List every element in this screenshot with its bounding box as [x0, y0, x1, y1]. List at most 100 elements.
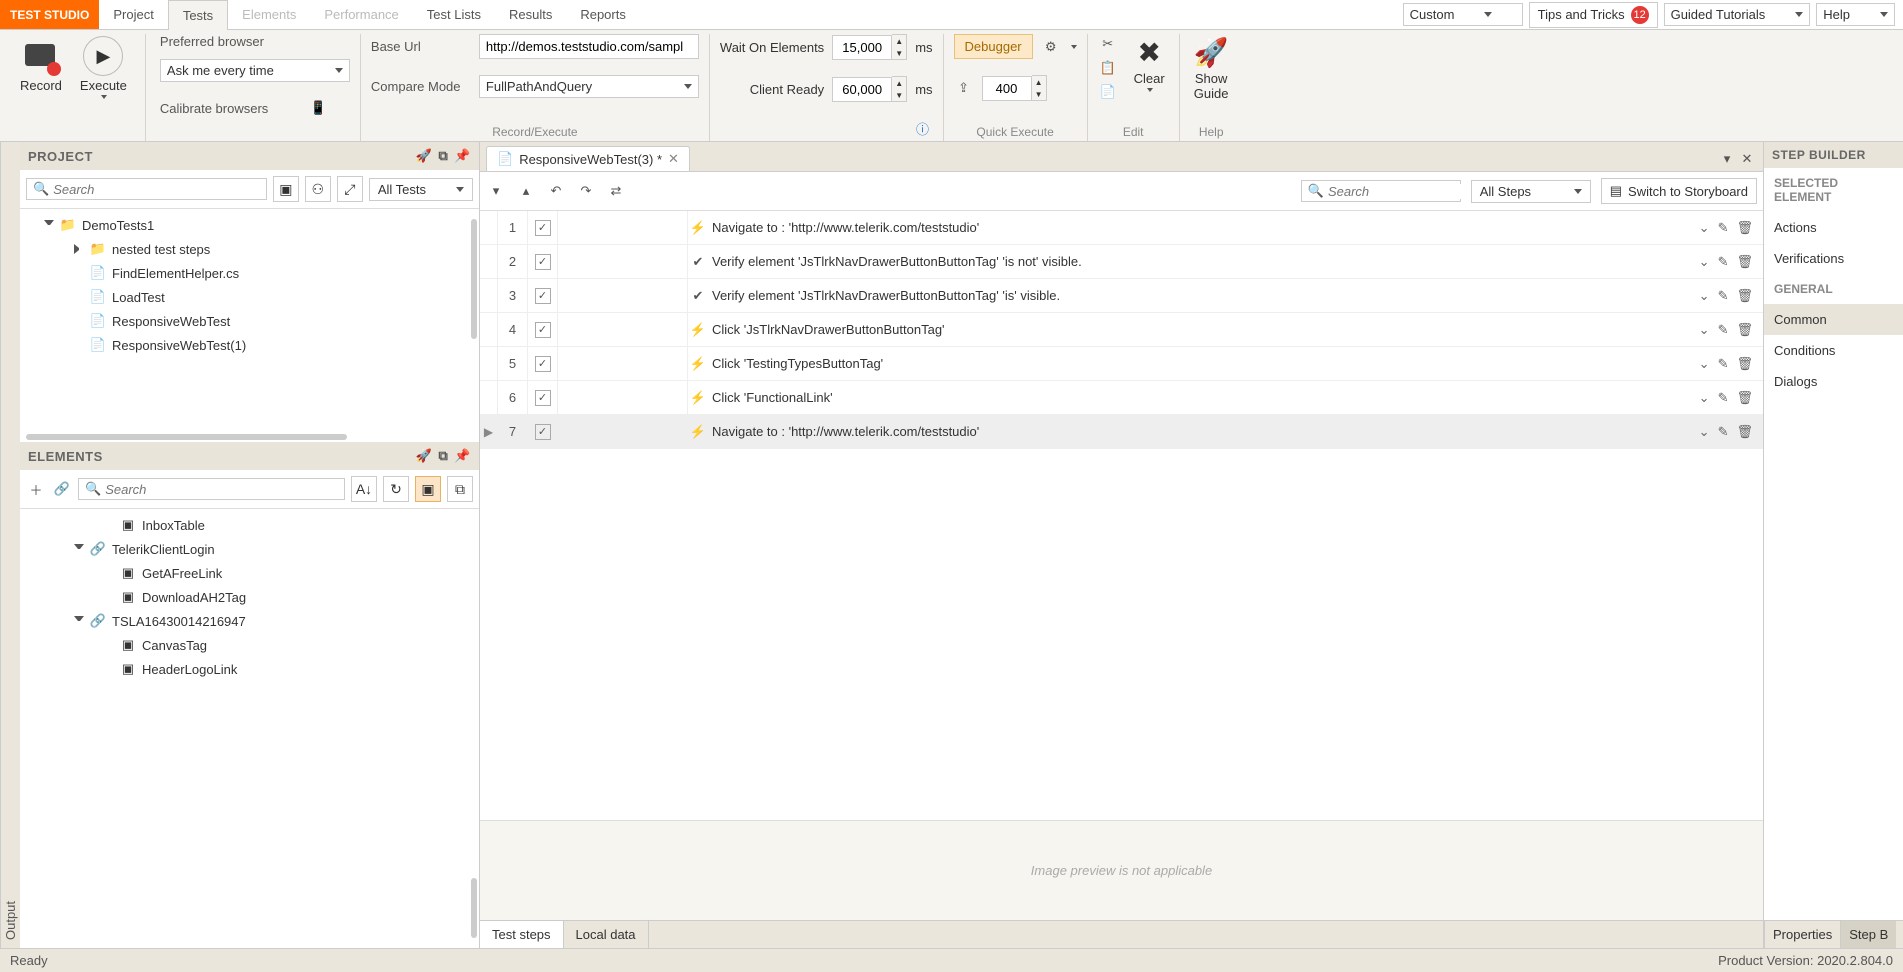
step-row[interactable]: 6✓⚡Click 'FunctionalLink'⌄✎🗑 — [480, 381, 1763, 415]
edit-icon[interactable]: ✎ — [1718, 220, 1729, 236]
branch-icon[interactable]: ⇄ — [606, 181, 626, 201]
project-search-input[interactable] — [53, 182, 260, 197]
step-gutter[interactable] — [480, 279, 498, 312]
layout-combo[interactable]: Custom — [1403, 3, 1523, 26]
copy-icon[interactable]: 📋 — [1098, 58, 1118, 78]
step-row[interactable]: 1✓⚡Navigate to : 'http://www.telerik.com… — [480, 211, 1763, 245]
popout-icon[interactable]: ⧉ — [439, 148, 449, 164]
step-gutter[interactable]: ▶ — [480, 415, 498, 448]
calibrate-browsers-link[interactable]: Calibrate browsers — [160, 101, 268, 116]
step-checkbox[interactable]: ✓ — [528, 313, 558, 346]
pin-icon[interactable]: 📌 — [454, 448, 471, 464]
tab-properties[interactable]: Properties — [1764, 921, 1840, 948]
tree-icon[interactable]: ⚇ — [305, 176, 331, 202]
spin-down-icon[interactable]: ▼ — [892, 47, 906, 59]
client-ready-value[interactable] — [832, 77, 892, 102]
caret-icon[interactable] — [44, 220, 54, 230]
tree-item[interactable]: ▣GetAFreeLink — [20, 561, 479, 585]
sb-verifications[interactable]: Verifications — [1764, 243, 1903, 274]
sb-dialogs[interactable]: Dialogs — [1764, 366, 1903, 397]
cut-icon[interactable]: ✂ — [1098, 34, 1118, 54]
mobile-icon[interactable]: 📱 — [308, 98, 328, 118]
elements-search[interactable]: 🔍 — [78, 478, 345, 500]
step-checkbox[interactable]: ✓ — [528, 415, 558, 448]
tree-item[interactable]: 📄ResponsiveWebTest — [20, 309, 479, 333]
client-ready-spinner[interactable]: ▲▼ — [832, 76, 907, 102]
expand-icon[interactable]: ⌄ — [1699, 220, 1710, 236]
wait-on-spinner[interactable]: ▲▼ — [832, 34, 907, 60]
gear-icon[interactable]: ⚙ — [1041, 37, 1061, 57]
spin-down-icon[interactable]: ▼ — [1032, 88, 1046, 100]
debugger-button[interactable]: Debugger — [954, 34, 1033, 59]
execute-button[interactable]: ▶ Execute — [76, 34, 131, 101]
refresh-icon[interactable]: ↻ — [383, 476, 409, 502]
expand-icon[interactable]: ⌄ — [1699, 254, 1710, 270]
close-all-icon[interactable]: ✕ — [1737, 149, 1757, 169]
edit-icon[interactable]: ✎ — [1718, 254, 1729, 270]
menu-elements[interactable]: Elements — [228, 0, 310, 29]
edit-icon[interactable]: ✎ — [1718, 390, 1729, 406]
tree-item[interactable]: 📁nested test steps — [20, 237, 479, 261]
step-gutter[interactable] — [480, 211, 498, 244]
step-row[interactable]: 5✓⚡Click 'TestingTypesButtonTag'⌄✎🗑 — [480, 347, 1763, 381]
menu-project[interactable]: Project — [99, 0, 167, 29]
tree-item[interactable]: 📄ResponsiveWebTest(1) — [20, 333, 479, 357]
menu-caret-icon[interactable]: ▾ — [1717, 149, 1737, 169]
expand-icon[interactable]: ⌄ — [1699, 424, 1710, 440]
edit-icon[interactable]: ✎ — [1718, 288, 1729, 304]
step-gutter[interactable] — [480, 381, 498, 414]
redo-icon[interactable]: ↷ — [576, 181, 596, 201]
project-tree[interactable]: 📁DemoTests1📁nested test steps📄FindElemen… — [20, 209, 479, 432]
edit-icon[interactable]: ✎ — [1718, 356, 1729, 372]
step-checkbox[interactable]: ✓ — [528, 279, 558, 312]
caret-icon[interactable] — [74, 244, 84, 254]
output-tab[interactable]: Output — [0, 142, 20, 948]
steps-search[interactable]: 🔍 — [1301, 180, 1461, 202]
browser-combo[interactable]: Ask me every time — [160, 59, 350, 82]
help-button[interactable]: Help — [1816, 3, 1895, 26]
spin-up-icon[interactable]: ▲ — [892, 35, 906, 47]
group-icon[interactable]: ⧉ — [447, 476, 473, 502]
link-icon[interactable]: 🔗 — [52, 479, 72, 499]
move-up-icon[interactable]: ▴ — [516, 181, 536, 201]
record-button[interactable]: Record — [16, 34, 66, 95]
tips-button[interactable]: Tips and Tricks 12 — [1529, 2, 1658, 28]
paste-icon[interactable]: 📄 — [1098, 82, 1118, 102]
step-checkbox[interactable]: ✓ — [528, 347, 558, 380]
step-row[interactable]: 4✓⚡Click 'JsTlrkNavDrawerButtonButtonTag… — [480, 313, 1763, 347]
menu-testlists[interactable]: Test Lists — [413, 0, 495, 29]
steps-list[interactable]: 1✓⚡Navigate to : 'http://www.telerik.com… — [480, 211, 1763, 820]
tree-item[interactable]: 🔗TelerikClientLogin — [20, 537, 479, 561]
tree-item[interactable]: ▣DownloadAH2Tag — [20, 585, 479, 609]
sort-icon[interactable]: A↓ — [351, 476, 377, 502]
caret-icon[interactable] — [74, 616, 84, 626]
elements-search-input[interactable] — [105, 482, 338, 497]
document-tab[interactable]: 📄 ResponsiveWebTest(3) * ✕ — [486, 146, 690, 171]
menu-results[interactable]: Results — [495, 0, 566, 29]
spin-down-icon[interactable]: ▼ — [892, 89, 906, 101]
dropdown-caret-icon[interactable]: ▾ — [486, 181, 506, 201]
step-row[interactable]: ▶7✓⚡Navigate to : 'http://www.telerik.co… — [480, 415, 1763, 449]
expand-icon[interactable]: ⌄ — [1699, 390, 1710, 406]
clear-button[interactable]: ✖ Clear — [1130, 34, 1169, 94]
highlight-icon[interactable]: ▣ — [415, 476, 441, 502]
popout-icon[interactable]: ⧉ — [439, 448, 449, 464]
step-row[interactable]: 2✓✔Verify element 'JsTlrkNavDrawerButton… — [480, 245, 1763, 279]
rocket-icon[interactable]: 🚀 — [416, 148, 433, 164]
caret-icon[interactable] — [74, 544, 84, 554]
tree-item[interactable]: 🔗TSLA16430014216947 — [20, 609, 479, 633]
expand-icon[interactable]: ⌄ — [1699, 356, 1710, 372]
delete-icon[interactable]: 🗑 — [1736, 288, 1753, 304]
export-icon[interactable]: ⇪ — [954, 78, 974, 98]
show-guide-button[interactable]: 🚀 Show Guide — [1190, 34, 1233, 103]
tree-item[interactable]: ▣CanvasTag — [20, 633, 479, 657]
scrollbar[interactable] — [471, 878, 477, 938]
tab-test-steps[interactable]: Test steps — [480, 921, 564, 948]
step-checkbox[interactable]: ✓ — [528, 211, 558, 244]
step-checkbox[interactable]: ✓ — [528, 381, 558, 414]
delete-icon[interactable]: 🗑 — [1736, 322, 1753, 338]
sb-common[interactable]: Common — [1764, 304, 1903, 335]
delete-icon[interactable]: 🗑 — [1736, 220, 1753, 236]
compare-mode-combo[interactable]: FullPathAndQuery — [479, 75, 699, 98]
menu-performance[interactable]: Performance — [310, 0, 412, 29]
